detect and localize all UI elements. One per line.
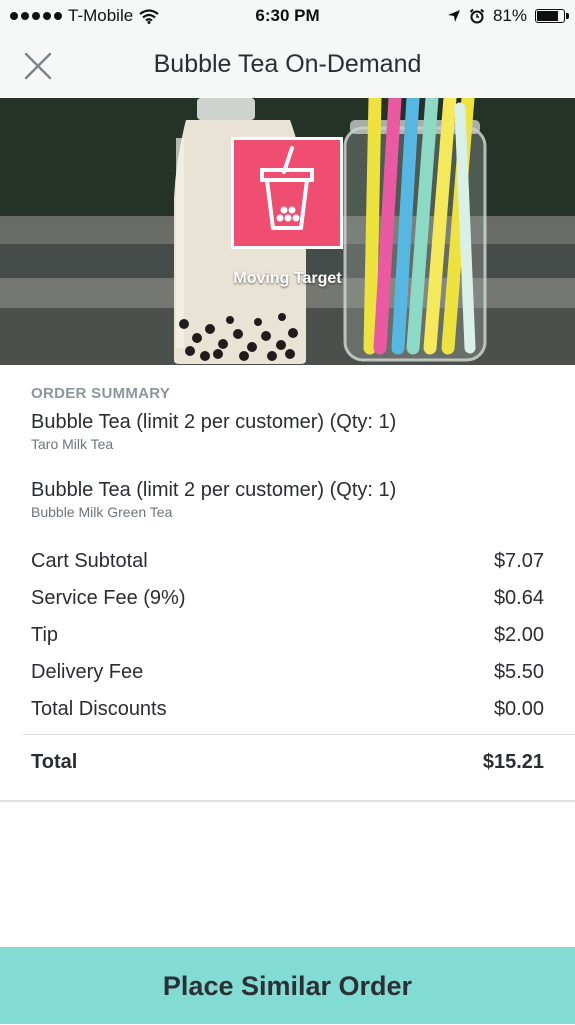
line-amount: $0.00 xyxy=(493,698,544,720)
status-bar: T-Mobile 6:30 PM 81% xyxy=(0,0,575,32)
battery-icon xyxy=(535,9,569,23)
line-amount: $0.64 xyxy=(493,587,544,609)
service-fee-row: Service Fee (9%) $0.64 xyxy=(31,587,544,610)
order-item-variant: Bubble Milk Green Tea xyxy=(31,504,173,520)
line-amount: $2.00 xyxy=(493,624,544,646)
page-title: Bubble Tea On-Demand xyxy=(153,50,422,78)
order-summary-label: ORDER SUMMARY xyxy=(31,385,171,402)
line-label: Delivery Fee xyxy=(31,661,144,683)
tip-row: Tip $2.00 xyxy=(31,624,544,647)
hero-image: Moving Target xyxy=(0,98,575,365)
line-amount: $5.50 xyxy=(493,661,544,683)
line-label: Tip xyxy=(31,624,59,646)
brand-name: Moving Target xyxy=(233,270,342,287)
location-arrow-icon xyxy=(447,10,460,22)
nav-header: Bubble Tea On-Demand xyxy=(0,32,575,98)
total-amount: $15.21 xyxy=(482,751,544,773)
alarm-clock-icon xyxy=(469,8,485,24)
battery-percent: 81% xyxy=(492,6,527,25)
line-label: Cart Subtotal xyxy=(31,550,148,572)
order-item-variant: Taro Milk Tea xyxy=(31,436,114,452)
bubble-tea-cup-icon xyxy=(260,146,314,230)
order-item-name: Bubble Tea (limit 2 per customer) (Qty: … xyxy=(31,411,397,433)
brand-logo xyxy=(231,137,343,249)
order-item-name: Bubble Tea (limit 2 per customer) (Qty: … xyxy=(31,479,397,501)
line-label: Service Fee (9%) xyxy=(31,587,186,609)
battery-level xyxy=(537,11,558,21)
line-amount: $7.07 xyxy=(493,550,544,572)
line-label: Total Discounts xyxy=(31,698,167,720)
summary-bottom-divider xyxy=(0,800,575,802)
delivery-fee-row: Delivery Fee $5.50 xyxy=(31,661,544,684)
cart-subtotal-row: Cart Subtotal $7.07 xyxy=(31,550,544,573)
divider xyxy=(23,734,575,735)
total-row: Total $15.21 xyxy=(31,751,544,774)
status-right: 81% xyxy=(447,6,569,26)
total-label: Total xyxy=(31,751,78,773)
total-discounts-row: Total Discounts $0.00 xyxy=(31,698,544,721)
place-similar-order-button[interactable]: Place Similar Order xyxy=(0,947,575,1024)
